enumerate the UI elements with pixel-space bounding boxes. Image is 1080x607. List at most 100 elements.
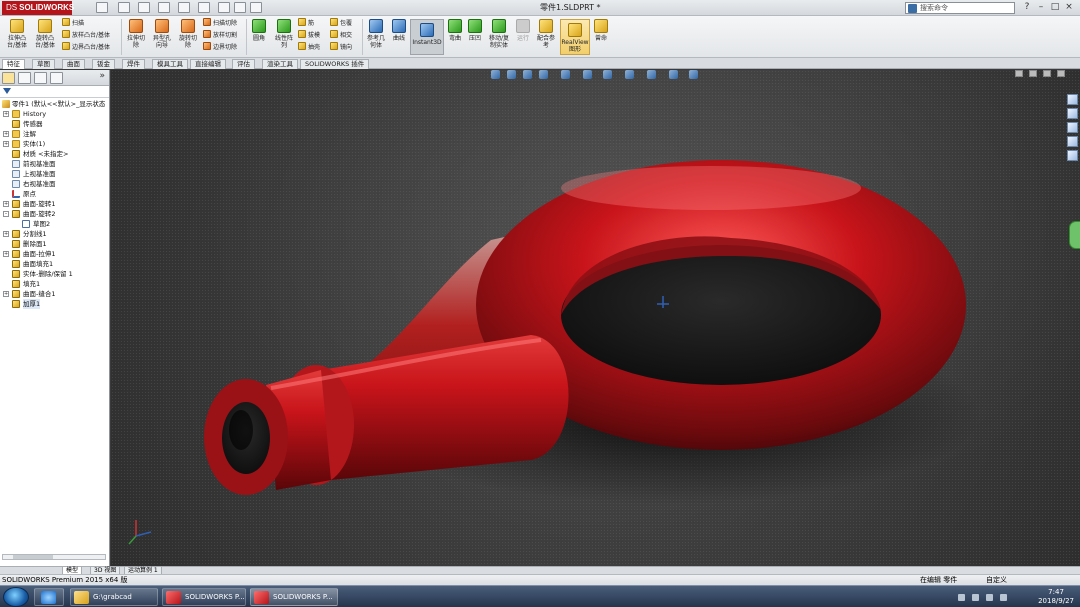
tab-sheet-metal[interactable]: 钣金 xyxy=(92,59,115,69)
solidworks-resources-icon[interactable] xyxy=(1067,94,1078,105)
task-pane-expand-icon[interactable] xyxy=(1069,221,1080,249)
minimize-button[interactable]: – xyxy=(1036,2,1046,12)
design-library-icon[interactable] xyxy=(1067,108,1078,119)
taskbar-item-solidworks-1[interactable]: SOLIDWORKS P... xyxy=(162,588,246,606)
sweep-button[interactable]: 扫描 xyxy=(62,18,84,28)
tree-filter[interactable] xyxy=(0,86,109,98)
expand-icon[interactable]: + xyxy=(3,291,9,297)
swept-cut-button[interactable]: 扫描切除 xyxy=(203,18,237,28)
tab-addins[interactable]: SOLIDWORKS 插件 xyxy=(300,59,370,69)
draft-button[interactable]: 拔模 xyxy=(298,30,320,40)
realview-button[interactable]: RealView 图形 xyxy=(560,19,590,55)
extrude-cut-button[interactable]: 拉伸切 除 xyxy=(124,19,148,49)
select-icon[interactable] xyxy=(198,2,210,13)
tree-item[interactable]: + History xyxy=(0,109,109,119)
volume-icon[interactable] xyxy=(986,594,993,601)
tab-surfaces[interactable]: 曲面 xyxy=(62,59,85,69)
move-copy-body-button[interactable]: 移动/复 制实体 xyxy=(486,19,512,49)
tree-item[interactable]: + 曲面-拉伸1 xyxy=(0,249,109,259)
boundary-boss-button[interactable]: 边界凸台/基体 xyxy=(62,42,110,52)
expand-icon[interactable]: + xyxy=(3,131,9,137)
expand-icon[interactable]: + xyxy=(3,231,9,237)
tree-item[interactable]: 材质 <未指定> xyxy=(0,149,109,159)
boundary-cut-button[interactable]: 边界切除 xyxy=(203,42,237,52)
tree-item[interactable]: 右视基准面 xyxy=(0,179,109,189)
indent-button[interactable]: 压凹 xyxy=(466,19,484,42)
collapse-icon[interactable]: – xyxy=(3,211,9,217)
rib-button[interactable]: 筋 xyxy=(298,18,314,28)
rebuild-icon[interactable] xyxy=(218,2,230,13)
expand-icon[interactable]: + xyxy=(3,141,9,147)
mirror-button[interactable]: 镜向 xyxy=(330,42,352,52)
wrap-button[interactable]: 包覆 xyxy=(330,18,352,28)
tree-item[interactable]: + 曲面-缝合1 xyxy=(0,289,109,299)
print-icon[interactable] xyxy=(158,2,170,13)
appearances-icon[interactable] xyxy=(1067,150,1078,161)
tree-item[interactable]: 加厚1 xyxy=(0,299,109,309)
close-button[interactable]: × xyxy=(1064,2,1074,12)
system-clock[interactable]: 7:47 2018/9/27 xyxy=(1038,588,1074,606)
fillet-button[interactable]: 圆角 xyxy=(249,19,269,42)
notification-icon[interactable] xyxy=(1000,594,1007,601)
unit-system[interactable]: 自定义 xyxy=(986,575,1007,585)
linear-pattern-button[interactable]: 线性阵 列 xyxy=(272,19,296,49)
tab-direct-editing[interactable]: 直接编辑 xyxy=(190,59,226,69)
start-button[interactable] xyxy=(3,587,29,607)
new-document-icon[interactable] xyxy=(96,2,108,13)
taskbar-item-solidworks-2[interactable]: SOLIDWORKS P... xyxy=(250,588,338,606)
tree-root[interactable]: 零件1 (默认<<默认>_显示状态 xyxy=(0,99,109,109)
instant3d-button[interactable]: Instant3D xyxy=(410,19,444,55)
help-button[interactable]: ? xyxy=(1022,2,1032,12)
curves-button[interactable]: 曲线 xyxy=(390,19,408,42)
intersect-button[interactable]: 相交 xyxy=(330,30,352,40)
tree-item[interactable]: 填充1 xyxy=(0,279,109,289)
hole-wizard-button[interactable]: 异型孔 向导 xyxy=(150,19,174,49)
feature-manager-tab-icon[interactable] xyxy=(2,72,15,84)
tab-evaluate[interactable]: 评估 xyxy=(232,59,255,69)
configuration-manager-tab-icon[interactable] xyxy=(34,72,47,84)
run-button[interactable]: 运行 xyxy=(514,19,532,42)
input-method-icon[interactable] xyxy=(958,594,965,601)
lofted-cut-button[interactable]: 放样切割 xyxy=(203,30,237,40)
taskbar-item-explorer[interactable]: G:\grabcad xyxy=(70,588,158,606)
tree-item[interactable]: – 曲面-旋转2 xyxy=(0,209,109,219)
file-properties-icon[interactable] xyxy=(234,2,246,13)
eye-bolt-model[interactable] xyxy=(111,70,1080,566)
browser-taskbar-icon[interactable] xyxy=(34,588,64,606)
tree-horizontal-scrollbar[interactable] xyxy=(2,554,106,560)
options-icon[interactable] xyxy=(250,2,262,13)
extra-button[interactable]: 曾命 xyxy=(592,19,610,42)
tree-item[interactable]: 草图2 xyxy=(0,219,109,229)
tab-features[interactable]: 特征 xyxy=(2,59,25,69)
tree-item[interactable]: 实体-删除/保留 1 xyxy=(0,269,109,279)
expand-icon[interactable]: + xyxy=(3,111,9,117)
graphics-area[interactable] xyxy=(111,70,1080,566)
extrude-boss-button[interactable]: 拉伸凸 台/基体 xyxy=(4,19,30,49)
tab-weldments[interactable]: 焊件 xyxy=(122,59,145,69)
tab-render-tools[interactable]: 渲染工具 xyxy=(262,59,298,69)
tree-item[interactable]: + 分割线1 xyxy=(0,229,109,239)
undo-icon[interactable] xyxy=(178,2,190,13)
tree-item[interactable]: 删除面1 xyxy=(0,239,109,249)
tab-mold-tools[interactable]: 模具工具 xyxy=(152,59,188,69)
solidworks-logo[interactable]: DS SOLIDWORKS xyxy=(2,1,74,15)
maximize-button[interactable]: □ xyxy=(1050,2,1060,12)
tree-item[interactable]: 曲面填充1 xyxy=(0,259,109,269)
tree-item[interactable]: 原点 xyxy=(0,189,109,199)
expand-icon[interactable]: + xyxy=(3,201,9,207)
expand-pane-icon[interactable]: » xyxy=(99,71,105,81)
property-manager-tab-icon[interactable] xyxy=(18,72,31,84)
tree-item[interactable]: 前视基准面 xyxy=(0,159,109,169)
tree-item[interactable]: + 注解 xyxy=(0,129,109,139)
loft-boss-button[interactable]: 放样凸台/基体 xyxy=(62,30,110,40)
reference-geometry-button[interactable]: 参考几 何体 xyxy=(365,19,387,49)
mate-reference-button[interactable]: 配合参 考 xyxy=(534,19,558,49)
revolve-boss-button[interactable]: 旋转凸 台/基体 xyxy=(32,19,58,49)
tree-item[interactable]: 上视基准面 xyxy=(0,169,109,179)
network-icon[interactable] xyxy=(972,594,979,601)
tree-item[interactable]: + 曲面-旋转1 xyxy=(0,199,109,209)
shell-button[interactable]: 抽壳 xyxy=(298,42,320,52)
tab-sketch[interactable]: 草图 xyxy=(32,59,55,69)
display-manager-tab-icon[interactable] xyxy=(50,72,63,84)
tree-item[interactable]: + 实体(1) xyxy=(0,139,109,149)
